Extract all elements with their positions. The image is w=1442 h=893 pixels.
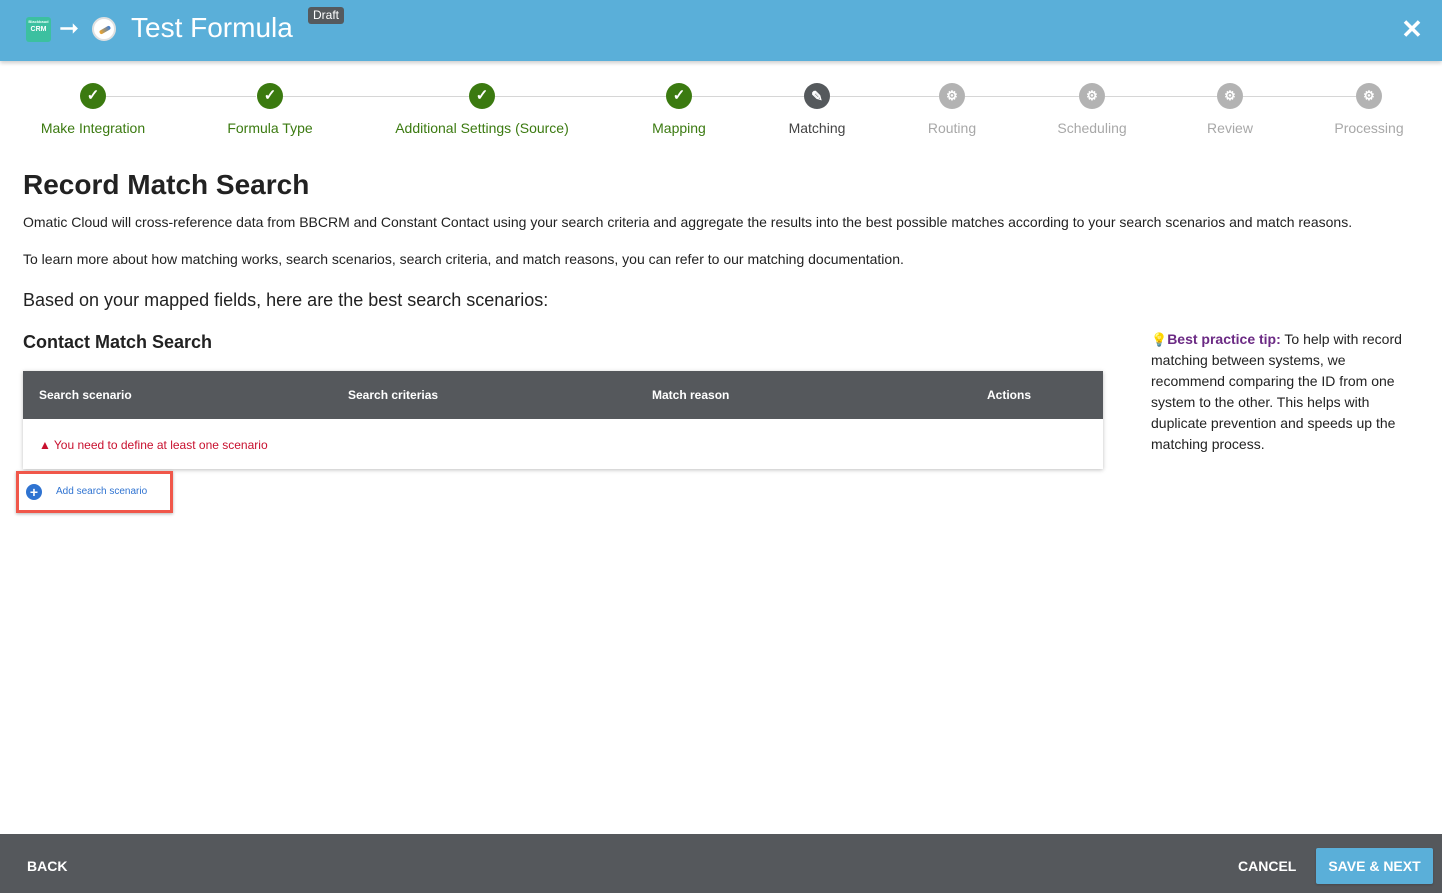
check-icon: ✓ xyxy=(257,83,283,109)
best-practice-tip: 💡Best practice tip: To help with record … xyxy=(1151,331,1402,452)
gears-icon: ⚙ xyxy=(1217,83,1243,109)
table-header: Search scenario Search criterias Match r… xyxy=(23,371,1103,419)
add-scenario-highlight: + Add search scenario xyxy=(16,471,173,513)
check-icon: ✓ xyxy=(469,83,495,109)
warning-icon: ▲ xyxy=(39,438,51,452)
footer-bar: BACK CANCEL SAVE & NEXT xyxy=(0,834,1442,893)
scenario-table: Search scenario Search criterias Match r… xyxy=(23,371,1103,469)
check-icon: ✓ xyxy=(666,83,692,109)
close-icon[interactable]: ✕ xyxy=(1400,16,1424,42)
intro-text: Omatic Cloud will cross-reference data f… xyxy=(23,214,1353,230)
arrow-right-icon: ➞ xyxy=(59,15,80,42)
column-header-search-scenario: Search scenario xyxy=(39,388,132,402)
page-header-title: Test Formula xyxy=(131,12,293,43)
page-title: Record Match Search xyxy=(23,169,310,200)
learn-more-text: To learn more about how matching works, … xyxy=(23,251,904,267)
step-additional-settings[interactable]: ✓ Additional Settings (Source) xyxy=(382,83,582,137)
scenarios-subheading: Based on your mapped fields, here are th… xyxy=(23,290,549,310)
cancel-button[interactable]: CANCEL xyxy=(1238,858,1296,874)
constant-contact-logo-icon xyxy=(92,17,116,41)
save-next-button[interactable]: SAVE & NEXT xyxy=(1316,848,1433,884)
crm-logo-icon: Blackbaud CRM xyxy=(26,17,51,42)
plus-circle-icon: + xyxy=(26,484,42,500)
step-processing: ⚙ Processing xyxy=(1269,83,1442,137)
draft-badge: Draft xyxy=(308,7,345,24)
pencil-icon: ✎ xyxy=(804,83,830,109)
add-search-scenario-button[interactable]: + Add search scenario xyxy=(26,481,147,503)
lightbulb-icon: 💡 xyxy=(1151,332,1168,347)
step-make-integration[interactable]: ✓ Make Integration xyxy=(0,83,193,137)
gears-icon: ⚙ xyxy=(1079,83,1105,109)
step-formula-type[interactable]: ✓ Formula Type xyxy=(170,83,370,137)
gears-icon: ⚙ xyxy=(1356,83,1382,109)
top-bar: Blackbaud CRM ➞ Test Formula Draft ✕ xyxy=(0,0,1442,61)
check-icon: ✓ xyxy=(80,83,106,109)
column-header-actions: Actions xyxy=(987,388,1032,402)
column-header-search-criterias: Search criterias xyxy=(348,388,439,402)
validation-error: ▲ You need to define at least one scenari… xyxy=(39,438,268,452)
column-header-match-reason: Match reason xyxy=(652,388,730,402)
gears-icon: ⚙ xyxy=(939,83,965,109)
back-button[interactable]: BACK xyxy=(27,858,67,874)
section-title: Contact Match Search xyxy=(23,332,213,352)
progress-stepper: ✓ Make Integration ✓ Formula Type ✓ Addi… xyxy=(0,83,1442,143)
